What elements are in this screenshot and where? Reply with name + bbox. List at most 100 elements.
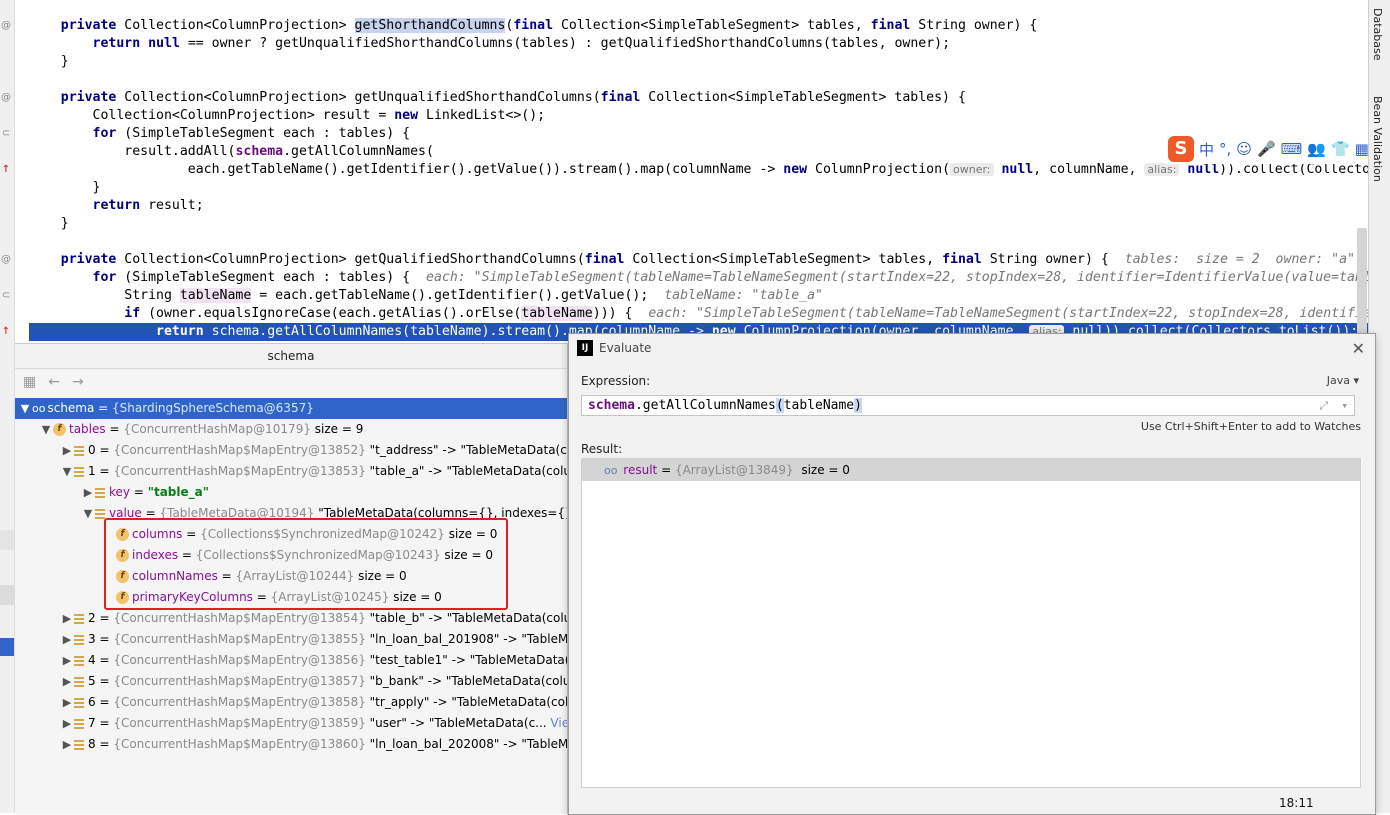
code-token: final — [870, 18, 911, 33]
expand-arrow-icon[interactable]: ▶ — [60, 650, 74, 671]
entry-icon — [74, 466, 84, 477]
tree-row[interactable]: ▶ 6 = {ConcurrentHashMap$MapEntry@13858} … — [15, 692, 567, 713]
collapse-arrow-icon[interactable]: ▼ — [81, 503, 95, 524]
emoji-icon[interactable]: ☺ — [1236, 140, 1252, 158]
left-panel-selected — [0, 638, 14, 656]
code-line[interactable] — [29, 233, 1368, 251]
var-separator: 2 = — [88, 611, 114, 625]
param-hint: owner: — [950, 163, 994, 176]
override-marker-icon[interactable]: @ — [0, 92, 12, 104]
editor-scrollbar[interactable] — [1357, 228, 1367, 338]
code-token: each.getTableName().getIdentifier().getV… — [29, 162, 784, 177]
code-token: Collection<SimpleTableSegment> tables, — [624, 252, 943, 267]
tree-row[interactable]: ▶ 0 = {ConcurrentHashMap$MapEntry@13852} … — [15, 440, 567, 461]
code-line[interactable]: return null == owner ? getUnqualifiedSho… — [29, 35, 1368, 53]
expand-icon[interactable]: ⤢ ▾ — [1319, 396, 1348, 415]
tab-bean-validation[interactable]: Bean Validation — [1371, 96, 1384, 182]
watch-glasses-icon: oo — [32, 402, 46, 415]
entry-icon — [74, 676, 84, 687]
object-ref: {ConcurrentHashMap$MapEntry@13854} — [113, 611, 366, 625]
tree-row[interactable]: ▶ 5 = {ConcurrentHashMap$MapEntry@13857} … — [15, 671, 567, 692]
code-line[interactable]: if (owner.equalsIgnoreCase(each.getAlias… — [29, 305, 1368, 323]
debug-inlay-value: each: "SimpleTableSegment(tableName=Tabl… — [410, 270, 1368, 285]
tree-row[interactable]: ▶ 7 = {ConcurrentHashMap$MapEntry@13859} … — [15, 713, 567, 734]
expand-arrow-icon[interactable]: ▶ — [60, 713, 74, 734]
forward-arrow-icon[interactable]: → — [72, 374, 84, 390]
code-line[interactable]: } — [29, 53, 1368, 71]
object-ref: {ConcurrentHashMap$MapEntry@13857} — [113, 674, 366, 688]
expand-arrow-icon[interactable]: ▶ — [81, 482, 95, 503]
skin-icon[interactable]: 👕 — [1331, 140, 1350, 158]
code-token: return — [92, 198, 141, 213]
param-hint: alias: — [1144, 163, 1180, 176]
sogou-logo[interactable]: S — [1168, 136, 1194, 162]
code-token: new — [394, 108, 419, 123]
users-icon[interactable]: 👥 — [1307, 140, 1326, 158]
var-value: "table_a" -> "TableMetaData(columns={}, … — [369, 464, 567, 478]
var-separator: 3 = — [88, 632, 114, 646]
override-marker-icon[interactable]: @ — [0, 254, 12, 266]
view-link[interactable]: View — [547, 716, 567, 730]
keyboard-icon[interactable]: ⌨ — [1281, 140, 1303, 158]
code-token: Collection<SimpleTableSegment> tables, — [553, 18, 871, 33]
tree-row[interactable]: ▶ 8 = {ConcurrentHashMap$MapEntry@13860} … — [15, 734, 567, 755]
breakpoint-arrow-icon[interactable]: ↑ — [0, 164, 12, 176]
var-value: "ln_loan_bal_202008" -> "TableMetaData(c… — [369, 737, 567, 751]
expand-arrow-icon[interactable]: ▶ — [60, 608, 74, 629]
result-row[interactable]: oo result = {ArrayList@13849} size = 0 — [582, 459, 1360, 481]
var-value: "user" -> "TableMetaData(c... — [365, 716, 547, 730]
ime-chinese-mode[interactable]: 中 — [1199, 139, 1214, 160]
code-token: } — [29, 216, 69, 231]
layout-icon[interactable]: ▦ — [23, 374, 36, 390]
language-select[interactable]: Java ▾ — [1327, 374, 1359, 387]
code-line[interactable]: private Collection<ColumnProjection> get… — [29, 251, 1368, 269]
tree-row[interactable]: ▶ key = "table_a" — [15, 482, 567, 503]
code-token: )).collect(Collectors.toList())); — [1219, 162, 1368, 177]
code-line[interactable]: private Collection<ColumnProjection> get… — [29, 17, 1368, 35]
code-token: final — [513, 18, 554, 33]
tree-row[interactable]: ▶ 3 = {ConcurrentHashMap$MapEntry@13855} … — [15, 629, 567, 650]
expand-arrow-icon[interactable]: ▶ — [60, 734, 74, 755]
tree-row[interactable]: ▼ oo schema = {ShardingSphereSchema@6357} — [15, 398, 567, 419]
tree-row[interactable]: ▶ 4 = {ConcurrentHashMap$MapEntry@13856} … — [15, 650, 567, 671]
close-icon[interactable]: ✕ — [1352, 339, 1365, 358]
var-separator: = — [94, 401, 113, 415]
execution-point-icon[interactable]: ↑ — [0, 326, 12, 338]
code-line[interactable]: private Collection<ColumnProjection> get… — [29, 89, 1368, 107]
ime-punctuation[interactable]: °, — [1219, 140, 1231, 158]
tree-row[interactable]: ▼ f tables = {ConcurrentHashMap@10179} siz… — [15, 419, 567, 440]
collapse-arrow-icon[interactable]: ▼ — [18, 398, 32, 419]
code-line[interactable]: } — [29, 215, 1368, 233]
code-line[interactable]: return result; — [29, 197, 1368, 215]
tab-database[interactable]: Database — [1371, 8, 1384, 61]
expression-input[interactable]: schema.getAllColumnNames(tableName) ⤢ ▾ — [581, 395, 1355, 416]
code-editor[interactable]: private Collection<ColumnProjection> get… — [15, 0, 1368, 342]
expand-arrow-icon[interactable]: ▶ — [60, 629, 74, 650]
code-line[interactable] — [29, 71, 1368, 89]
debug-inlay-value: tables: size = 2 owner: "a" — [1108, 252, 1355, 267]
tree-row[interactable]: ▼ 1 = {ConcurrentHashMap$MapEntry@13853} … — [15, 461, 567, 482]
tree-row[interactable]: ▶ 2 = {ConcurrentHashMap$MapEntry@13854} … — [15, 608, 567, 629]
object-ref: {ConcurrentHashMap$MapEntry@13852} — [113, 443, 366, 457]
expr-call: .getAllColumnNames — [634, 398, 776, 413]
expression-label: Expression: — [581, 374, 651, 388]
code-line[interactable]: Collection<ColumnProjection> result = ne… — [29, 107, 1368, 125]
code-token: result.addAll( — [29, 144, 236, 159]
editor-gutter: @ @ ⊂ ↑ @ ⊂ ↑ — [0, 0, 15, 813]
microphone-icon[interactable]: 🎤 — [1257, 140, 1276, 158]
collapse-arrow-icon[interactable]: ▼ — [39, 419, 53, 440]
code-token: private — [60, 90, 117, 105]
code-line[interactable]: String tableName = each.getTableName().g… — [29, 287, 1368, 305]
expand-arrow-icon[interactable]: ▶ — [60, 440, 74, 461]
collapse-arrow-icon[interactable]: ▼ — [60, 461, 74, 482]
expand-arrow-icon[interactable]: ▶ — [60, 671, 74, 692]
expand-arrow-icon[interactable]: ▶ — [60, 692, 74, 713]
back-arrow-icon[interactable]: ← — [48, 374, 60, 390]
grid-icon[interactable]: ▦ — [1355, 140, 1369, 158]
result-size: size = 0 — [801, 463, 850, 477]
code-line[interactable]: for (SimpleTableSegment each : tables) {… — [29, 269, 1368, 287]
code-line[interactable]: } — [29, 179, 1368, 197]
override-marker-icon[interactable]: @ — [0, 20, 12, 32]
